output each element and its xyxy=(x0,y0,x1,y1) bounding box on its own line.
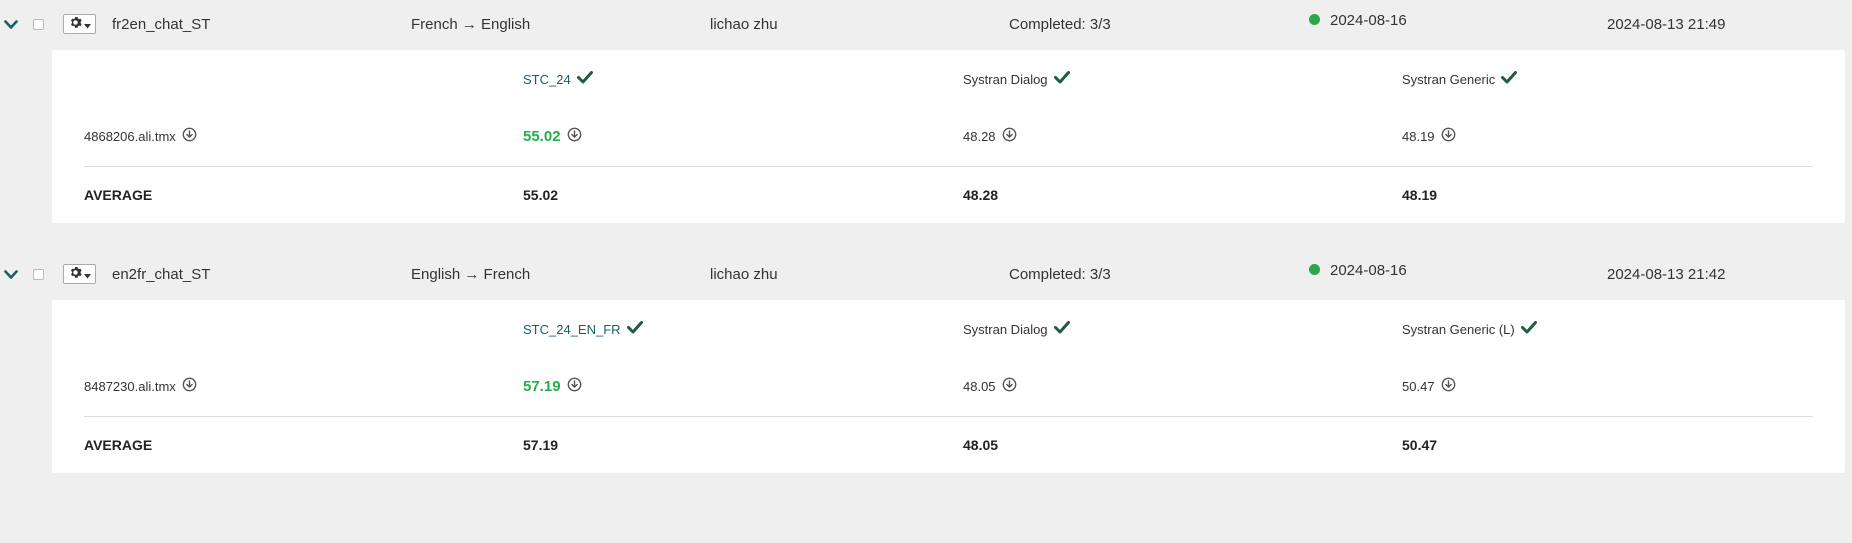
average-value: 55.02 xyxy=(523,187,559,203)
file-name: 8487230.ali.tmx xyxy=(84,378,176,394)
settings-dropdown-button[interactable] xyxy=(63,264,96,284)
engine-name: STC_24 xyxy=(523,71,571,87)
status-dot xyxy=(1309,14,1320,25)
check-icon xyxy=(626,321,643,337)
engine-name: STC_24_EN_FR xyxy=(523,321,621,337)
chevron-down-icon[interactable] xyxy=(4,267,20,281)
engine-header: Systran Generic xyxy=(1402,71,1518,87)
download-icon[interactable] xyxy=(1002,377,1017,395)
job-block: fr2en_chat_ST French → English lichao zhu C… xyxy=(0,0,1852,223)
score-cell: 57.19 xyxy=(523,377,582,395)
status-date: 2024-08-16 xyxy=(1330,262,1407,279)
check-icon xyxy=(1501,71,1518,87)
created-date: 2024-08-13 21:49 xyxy=(1607,16,1726,33)
download-icon[interactable] xyxy=(1441,127,1456,145)
download-icon[interactable] xyxy=(182,127,197,145)
status-dot xyxy=(1309,264,1320,275)
settings-dropdown-button[interactable] xyxy=(63,14,96,34)
job-status: Completed: 3/3 xyxy=(1009,16,1111,33)
download-icon[interactable] xyxy=(567,377,582,395)
engine-header: Systran Dialog xyxy=(963,321,1070,337)
results-card: STC_24_EN_FR Systran Dialog Systran Generi… xyxy=(52,300,1845,473)
caret-down-icon xyxy=(83,266,91,283)
gear-icon xyxy=(69,16,82,33)
created-date: 2024-08-13 21:42 xyxy=(1607,266,1726,283)
check-icon xyxy=(1520,321,1537,337)
engine-header: STC_24 xyxy=(523,71,593,87)
average-label: AVERAGE xyxy=(84,187,153,203)
score-value: 50.47 xyxy=(1402,378,1435,394)
language-pair: English → French xyxy=(411,266,531,283)
download-icon[interactable] xyxy=(1441,377,1456,395)
score-value: 57.19 xyxy=(523,377,561,395)
job-header-row: en2fr_chat_ST English → French lichao zhu C… xyxy=(0,250,1852,300)
average-value: 57.19 xyxy=(523,437,559,453)
average-value: 48.28 xyxy=(963,187,999,203)
score-cell: 55.02 xyxy=(523,127,582,145)
engine-header: STC_24_EN_FR xyxy=(523,321,643,337)
file-cell: 8487230.ali.tmx xyxy=(84,377,197,395)
score-value: 48.19 xyxy=(1402,128,1435,144)
job-owner: lichao zhu xyxy=(710,266,778,283)
divider xyxy=(84,416,1813,417)
average-value: 50.47 xyxy=(1402,437,1438,453)
gear-icon xyxy=(69,266,82,283)
file-name: 4868206.ali.tmx xyxy=(84,128,176,144)
average-value: 48.19 xyxy=(1402,187,1438,203)
score-cell: 48.05 xyxy=(963,377,1017,395)
divider xyxy=(84,166,1813,167)
check-icon xyxy=(1053,71,1070,87)
score-value: 48.05 xyxy=(963,378,996,394)
job-name: en2fr_chat_ST xyxy=(112,266,211,283)
file-cell: 4868206.ali.tmx xyxy=(84,127,197,145)
score-value: 48.28 xyxy=(963,128,996,144)
average-value: 48.05 xyxy=(963,437,999,453)
status-date: 2024-08-16 xyxy=(1330,12,1407,29)
score-cell: 50.47 xyxy=(1402,377,1456,395)
download-icon[interactable] xyxy=(182,377,197,395)
job-list: fr2en_chat_ST French → English lichao zhu C… xyxy=(0,0,1852,473)
job-block: en2fr_chat_ST English → French lichao zhu C… xyxy=(0,250,1852,473)
score-value: 55.02 xyxy=(523,127,561,145)
job-status: Completed: 3/3 xyxy=(1009,266,1111,283)
job-owner: lichao zhu xyxy=(710,16,778,33)
job-header-row: fr2en_chat_ST French → English lichao zhu C… xyxy=(0,0,1852,50)
caret-down-icon xyxy=(83,16,91,33)
engine-header: Systran Dialog xyxy=(963,71,1070,87)
engine-name: Systran Generic xyxy=(1402,71,1496,87)
download-icon[interactable] xyxy=(1002,127,1017,145)
check-icon xyxy=(1053,321,1070,337)
score-cell: 48.28 xyxy=(963,127,1017,145)
chevron-down-icon[interactable] xyxy=(4,17,20,31)
download-icon[interactable] xyxy=(567,127,582,145)
engine-header: Systran Generic (L) xyxy=(1402,321,1537,337)
results-card: STC_24 Systran Dialog Systran Generic 48682… xyxy=(52,50,1845,223)
engine-name: Systran Generic (L) xyxy=(1402,321,1515,337)
engine-name: Systran Dialog xyxy=(963,321,1048,337)
average-label: AVERAGE xyxy=(84,437,153,453)
job-name: fr2en_chat_ST xyxy=(112,16,211,33)
check-icon xyxy=(576,71,593,87)
language-pair: French → English xyxy=(411,16,531,33)
job-checkbox[interactable] xyxy=(33,19,44,30)
job-checkbox[interactable] xyxy=(33,269,44,280)
engine-name: Systran Dialog xyxy=(963,71,1048,87)
score-cell: 48.19 xyxy=(1402,127,1456,145)
